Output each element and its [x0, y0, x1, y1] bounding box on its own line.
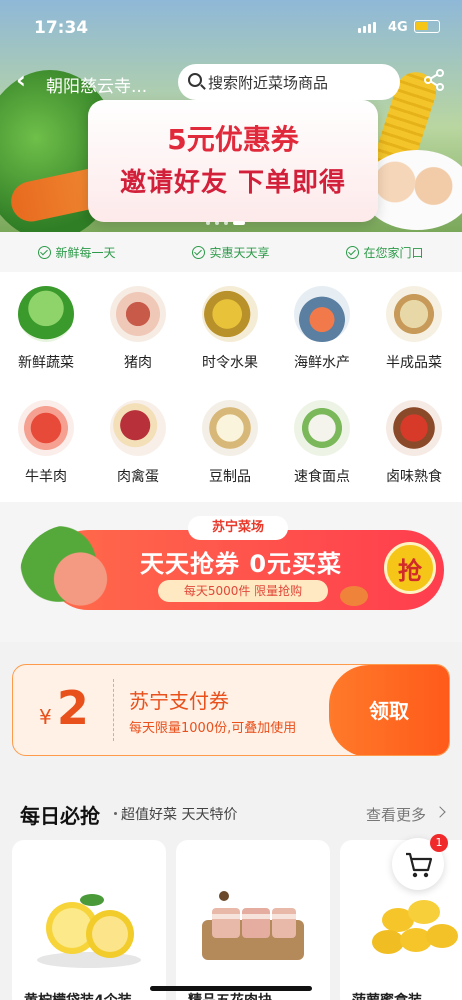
banner-subline: 邀请好友 下单即得 [119, 168, 347, 198]
category-tofu[interactable]: 豆制品 [184, 400, 276, 486]
category-label: 海鲜水产 [294, 355, 350, 371]
product-name: 菠萝蜜盒装 [352, 990, 422, 1000]
jackfruit-image [372, 900, 458, 954]
category-vegetables[interactable]: 新鲜蔬菜 [0, 286, 92, 372]
check-icon [346, 245, 360, 259]
product-card[interactable]: 精品五花肉块 [176, 840, 330, 1000]
pork-belly-image [202, 891, 304, 960]
section-subtitle: 超值好菜 天天特价 [121, 807, 238, 823]
search-placeholder: 搜索附近菜场商品 [208, 73, 329, 92]
signal-icon [358, 22, 376, 33]
category-label: 卤味熟食 [386, 469, 442, 485]
network-label: 4G [388, 20, 408, 35]
category-beef-lamb[interactable]: 牛羊肉 [0, 400, 92, 486]
home-indicator [150, 986, 312, 991]
location-label[interactable]: 朝阳慈云寺... [46, 72, 147, 97]
seafood-icon [294, 286, 350, 342]
category-label: 牛羊肉 [25, 469, 67, 485]
coupon-title: 苏宁支付券 [129, 689, 229, 713]
category-label: 肉禽蛋 [117, 469, 159, 485]
status-time: 17:34 [34, 18, 89, 38]
tagline-item: 新鲜每一天 [38, 244, 116, 261]
banner-headline: 5元优惠券 [167, 123, 299, 156]
lemon-image [37, 894, 141, 968]
category-label: 时令水果 [202, 355, 258, 371]
claim-button[interactable]: 领取 [329, 665, 449, 755]
category-deli[interactable]: 卤味熟食 [368, 400, 460, 486]
vegetables-icon [18, 286, 74, 342]
top-nav: ‹ 朝阳慈云寺... 搜索附近菜场商品 [0, 62, 462, 102]
amount-value: 2 [56, 681, 89, 735]
payment-coupon: ¥ 2 苏宁支付券 每天限量1000份,可叠加使用 领取 [12, 664, 450, 756]
bullet-dot [114, 812, 117, 815]
promo-section: 天天抢券 0元买菜 每天5000件 限量抢购 苏宁菜场 抢 [0, 502, 462, 642]
tagline-item: 实惠天天享 [192, 244, 270, 261]
category-label: 新鲜蔬菜 [18, 355, 74, 371]
cart-button[interactable]: 1 [392, 834, 448, 890]
product-name: 黄柠檬袋装4个装 [24, 990, 132, 1000]
coupon-banner[interactable]: 5元优惠券 邀请好友 下单即得 [88, 100, 378, 222]
check-icon [38, 245, 52, 259]
cart-badge: 1 [430, 834, 448, 852]
product-card[interactable]: 黄柠檬袋装4个装 [12, 840, 166, 1000]
category-label: 半成品菜 [386, 355, 442, 371]
category-label: 猪肉 [124, 355, 152, 371]
product-name: 精品五花肉块 [188, 990, 272, 1000]
status-bar: 17:34 4G [0, 0, 462, 56]
promo-subtitle: 每天5000件 限量抢购 [158, 580, 328, 602]
check-icon [192, 245, 206, 259]
promo-title: 天天抢券 0元买菜 [140, 550, 343, 578]
section-title: 每日必抢 [20, 804, 100, 828]
see-more-link[interactable]: 查看更多 [366, 804, 426, 825]
currency-symbol: ¥ [39, 705, 52, 729]
beef-lamb-icon [18, 400, 74, 456]
daily-deals-header: 每日必抢 超值好菜 天天特价 查看更多 [0, 790, 462, 834]
category-meat-egg[interactable]: 肉禽蛋 [92, 400, 184, 486]
category-pork[interactable]: 猪肉 [92, 286, 184, 372]
back-icon[interactable]: ‹ [16, 68, 26, 92]
coupon-description: 每天限量1000份,可叠加使用 [129, 721, 297, 736]
service-taglines: 新鲜每一天 实惠天天享 在您家门口 [0, 232, 462, 272]
category-grid: 新鲜蔬菜 猪肉 时令水果 海鲜水产 半成品菜 牛羊肉 肉禽蛋 豆制品 速食面点 … [0, 272, 462, 502]
food-illustration [20, 524, 130, 624]
carousel-dot-active [233, 221, 245, 225]
prepared-food-icon [386, 286, 442, 342]
carousel-dot [224, 221, 228, 225]
chevron-right-icon [434, 806, 446, 818]
tagline-item: 在您家门口 [346, 244, 424, 261]
deli-icon [386, 400, 442, 456]
category-seafood[interactable]: 海鲜水产 [276, 286, 368, 372]
coupon-divider [113, 679, 114, 741]
shrimp-illustration [340, 586, 368, 606]
search-input[interactable]: 搜索附近菜场商品 [178, 64, 400, 100]
search-icon [188, 73, 202, 87]
category-noodles[interactable]: 速食面点 [276, 400, 368, 486]
battery-icon [414, 20, 440, 33]
share-icon[interactable] [422, 68, 446, 92]
category-fruit[interactable]: 时令水果 [184, 286, 276, 372]
coupon-amount: ¥ 2 [39, 681, 89, 735]
category-prepared[interactable]: 半成品菜 [368, 286, 460, 372]
category-label: 豆制品 [209, 469, 251, 485]
carousel-dot [215, 221, 219, 225]
pork-icon [110, 286, 166, 342]
carousel-indicator [206, 221, 245, 225]
carousel-dot [206, 221, 210, 225]
grab-button[interactable]: 抢 [384, 542, 436, 594]
noodles-icon [294, 400, 350, 456]
promo-brand-badge: 苏宁菜场 [188, 516, 288, 540]
fruit-icon [202, 286, 258, 342]
meat-egg-icon [110, 400, 166, 456]
category-label: 速食面点 [294, 469, 350, 485]
tofu-icon [202, 400, 258, 456]
